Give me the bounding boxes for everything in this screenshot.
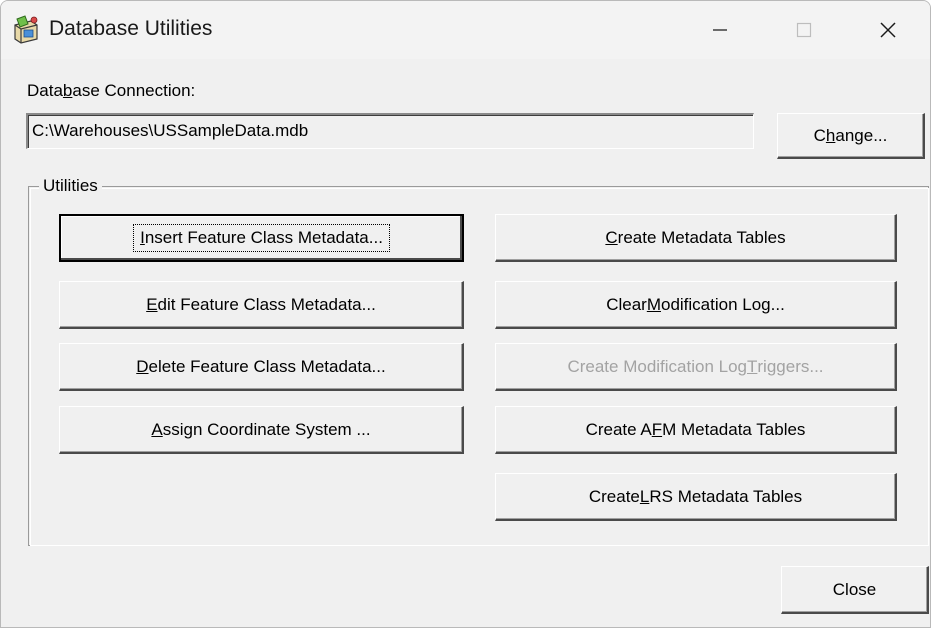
create-afm-metadata-tables-button[interactable]: Create AFM Metadata Tables xyxy=(495,406,897,454)
database-utilities-window: Database Utilities Database Connection: … xyxy=(0,0,931,628)
assign-coordinate-system-button[interactable]: Assign Coordinate System ... xyxy=(59,406,464,454)
clear-modification-log-button[interactable]: Clear Modification Log... xyxy=(495,281,897,329)
create-lrs-metadata-tables-button[interactable]: Create L RS Metadata Tables xyxy=(495,473,897,521)
maximize-button[interactable] xyxy=(769,1,839,59)
change-button[interactable]: Ch ange... xyxy=(777,113,925,159)
utilities-group-label: Utilities xyxy=(39,176,102,196)
minimize-button[interactable] xyxy=(685,1,755,59)
window-title: Database Utilities xyxy=(49,17,213,40)
database-utilities-app-icon xyxy=(14,15,38,44)
close-window-button[interactable] xyxy=(853,1,923,59)
create-modification-log-triggers-button: Create Modification Log Triggers... xyxy=(495,343,897,391)
focus-indicator: Insert Feature Class Metadata... xyxy=(133,224,390,252)
close-icon xyxy=(880,22,896,38)
minimize-icon xyxy=(713,29,727,31)
edit-feature-class-metadata-button[interactable]: Edit Feature Class Metadata... xyxy=(59,281,464,329)
delete-feature-class-metadata-button[interactable]: Delete Feature Class Metadata... xyxy=(59,343,464,391)
database-connection-label: Database Connection: xyxy=(27,81,196,100)
title-bar[interactable]: Database Utilities xyxy=(1,1,930,59)
insert-feature-class-metadata-button[interactable]: Insert Feature Class Metadata... xyxy=(59,214,464,262)
create-metadata-tables-button[interactable]: Create Metadata Tables xyxy=(495,214,897,262)
close-button[interactable]: Close xyxy=(781,566,929,614)
database-path-field[interactable]: C:\Warehouses\USSampleData.mdb xyxy=(26,113,754,149)
maximize-icon xyxy=(796,22,812,38)
